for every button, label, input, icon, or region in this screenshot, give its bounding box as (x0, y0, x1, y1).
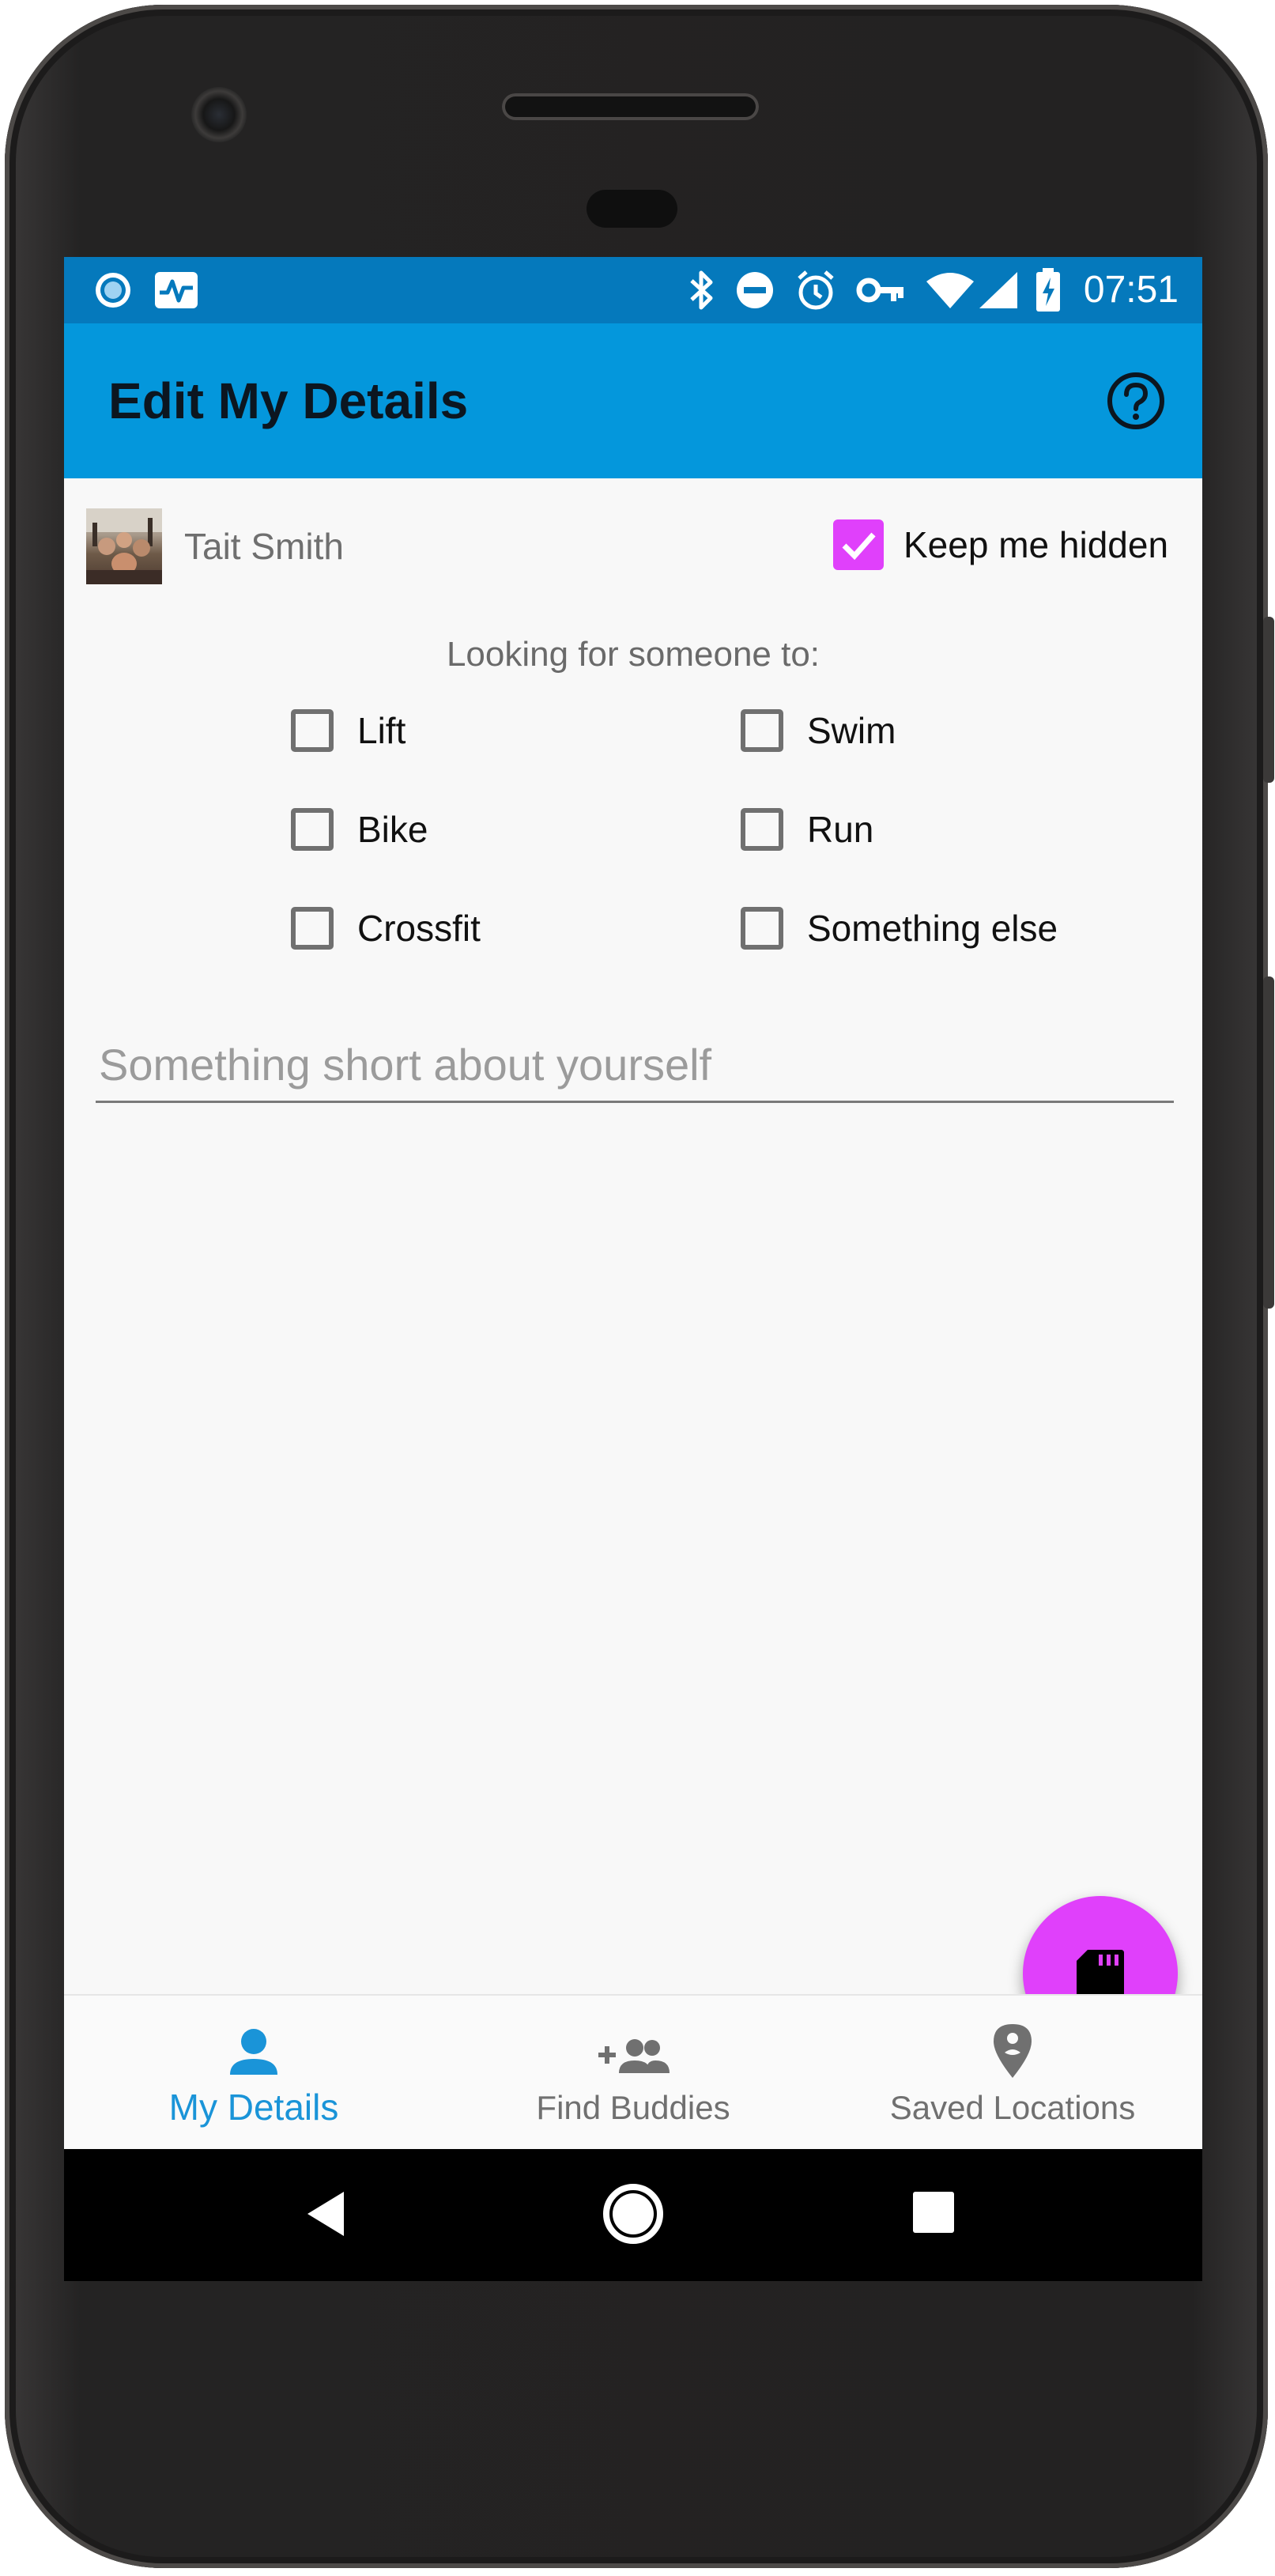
activity-monitor-icon (153, 268, 200, 312)
home-icon[interactable] (598, 2182, 669, 2253)
bluetooth-icon (685, 268, 719, 312)
activity-label: Swim (807, 710, 896, 751)
activity-checkbox[interactable] (291, 907, 334, 950)
person-icon (230, 2029, 277, 2075)
activity-label: Crossfit (357, 908, 481, 949)
volume-rocker (1263, 976, 1274, 1309)
nav-label: My Details (168, 2087, 339, 2128)
about-yourself-input[interactable] (96, 1028, 1174, 1103)
notification-circle-icon (91, 268, 135, 312)
activity-checkbox[interactable] (291, 808, 334, 851)
looking-for-title: Looking for someone to: (446, 635, 820, 674)
keep-hidden-checkbox[interactable] (833, 519, 884, 570)
screen: 07:51 Edit My Details Tait Smith Keep me… (64, 257, 1202, 2281)
nav-label: Find Buddies (536, 2089, 730, 2126)
activity-option-swim[interactable]: Swim (741, 703, 896, 758)
checkmark-icon (842, 532, 876, 561)
status-bar: 07:51 (64, 257, 1202, 323)
activity-checkbox[interactable] (741, 808, 783, 851)
nav-item-find-buddies[interactable]: Find Buddies (443, 1996, 823, 2151)
earpiece-speaker (502, 93, 759, 120)
bottom-navigation: My Details Find Buddies Saved Locations (64, 1994, 1202, 2149)
activity-checkbox[interactable] (741, 907, 783, 950)
nav-label: Saved Locations (889, 2089, 1136, 2126)
activity-checkbox[interactable] (291, 709, 334, 752)
front-camera (191, 87, 247, 142)
alarm-icon (793, 268, 839, 312)
activity-option-lift[interactable]: Lift (291, 703, 406, 758)
page-title: Edit My Details (108, 372, 469, 429)
nav-item-my-details[interactable]: My Details (64, 1996, 443, 2151)
wifi-icon (924, 268, 976, 312)
location-pin-icon (994, 2024, 1032, 2078)
cell-signal-icon (976, 268, 1020, 312)
status-clock: 07:51 (1083, 269, 1179, 311)
avatar (86, 508, 162, 584)
recents-icon[interactable] (902, 2182, 965, 2246)
activity-option-crossfit[interactable]: Crossfit (291, 901, 481, 956)
activity-label: Bike (357, 809, 428, 850)
power-button (1263, 617, 1274, 783)
add-group-icon (598, 2039, 670, 2073)
activity-label: Lift (357, 710, 406, 751)
nav-item-saved-locations[interactable]: Saved Locations (823, 1996, 1202, 2151)
activity-option-run[interactable]: Run (741, 802, 873, 857)
proximity-sensor (587, 190, 677, 228)
keep-hidden-label[interactable]: Keep me hidden (903, 521, 1168, 568)
help-circle-icon (1107, 372, 1164, 429)
do-not-disturb-icon (733, 268, 777, 312)
back-icon[interactable] (293, 2182, 356, 2246)
user-name: Tait Smith (184, 526, 344, 567)
activity-label: Run (807, 809, 874, 850)
system-navigation-bar (64, 2149, 1202, 2281)
activity-option-bike[interactable]: Bike (291, 802, 428, 857)
app-bar: Edit My Details (64, 323, 1202, 478)
battery-charging-icon (1028, 268, 1068, 312)
help-button[interactable] (1104, 369, 1167, 432)
activity-checkbox[interactable] (741, 709, 783, 752)
vpn-key-icon (854, 268, 907, 312)
activity-option-something-else[interactable]: Something else (741, 901, 1058, 956)
activity-label: Something else (807, 908, 1058, 949)
details-form: Tait Smith Keep me hidden Looking for so… (64, 478, 1202, 2051)
